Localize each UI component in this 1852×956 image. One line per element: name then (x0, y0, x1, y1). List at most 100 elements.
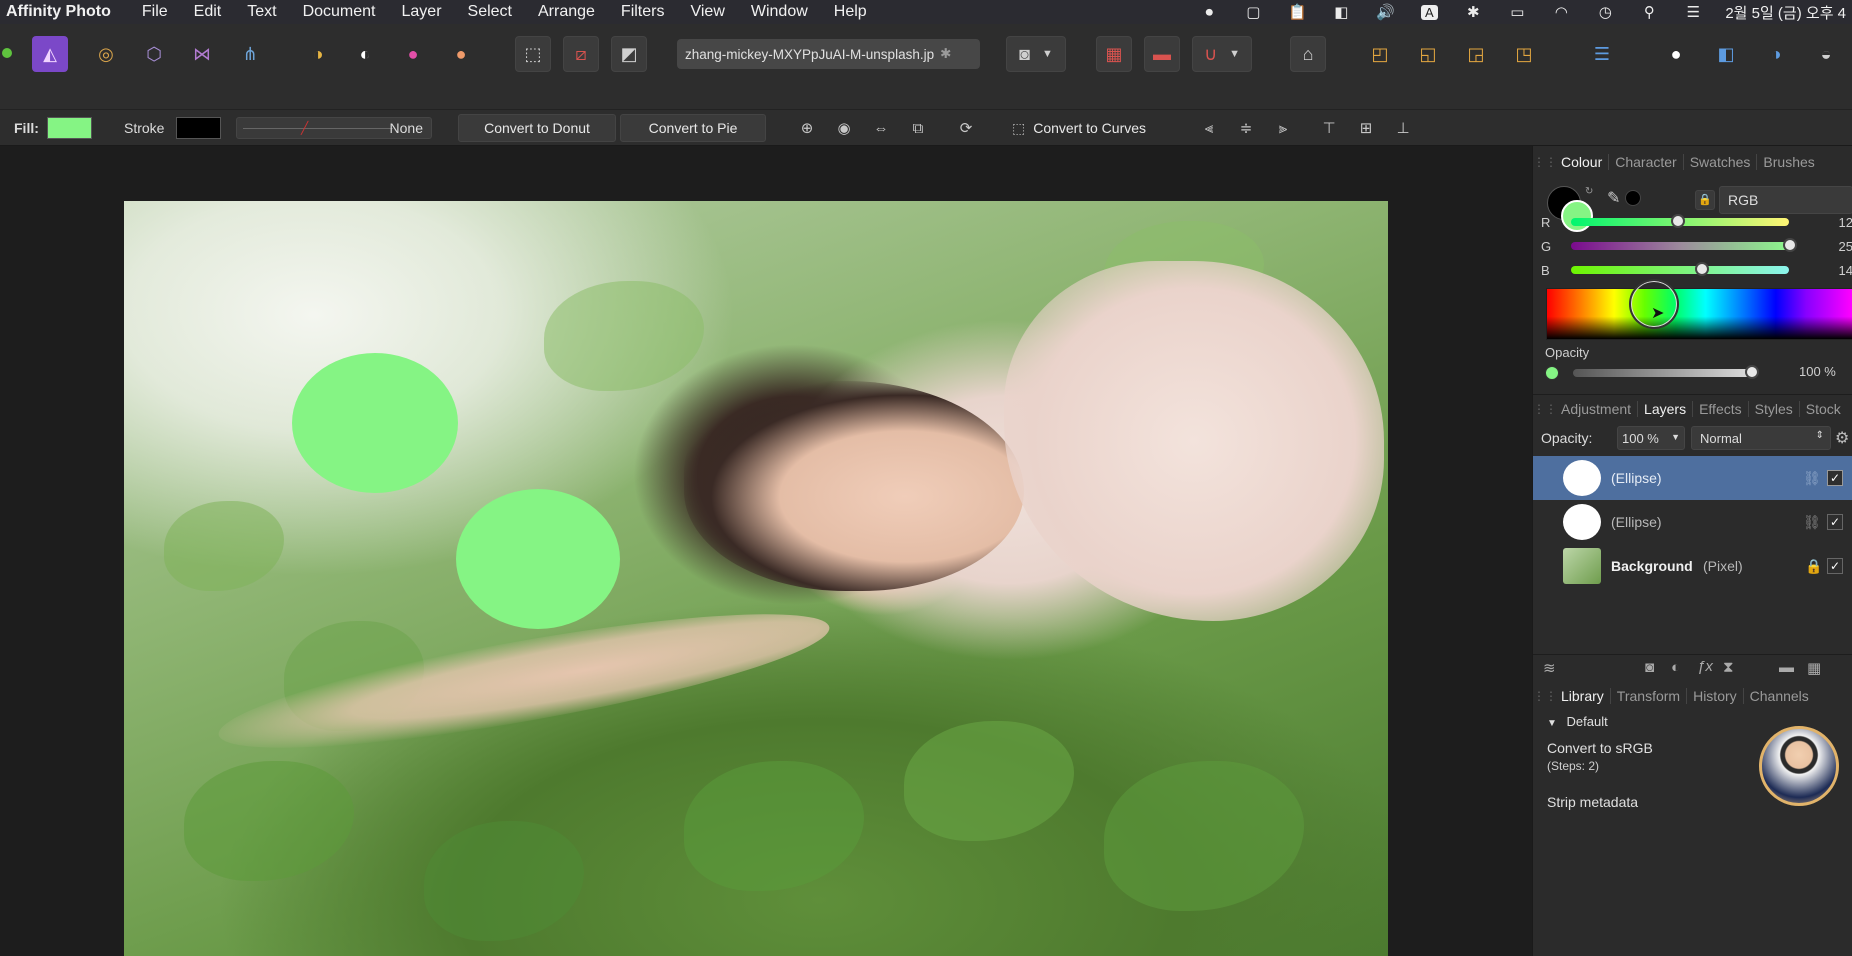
boolean-xor-icon[interactable]: ◒ (1808, 36, 1844, 72)
convert-to-donut-button[interactable]: Convert to Donut (458, 114, 616, 142)
menu-view[interactable]: View (677, 3, 737, 21)
panel-grip-icon[interactable]: ⋮⋮ (1533, 402, 1557, 416)
red-value[interactable]: 12 (1839, 215, 1852, 230)
record-icon[interactable]: ⏺ (1187, 4, 1231, 21)
menu-arrange[interactable]: Arrange (525, 3, 608, 21)
opacity-value[interactable]: 100 % (1799, 364, 1836, 379)
green-slider[interactable] (1571, 238, 1797, 252)
invert-selection-icon[interactable]: ◩ (611, 36, 647, 72)
battery-icon[interactable]: ▭ (1495, 3, 1539, 21)
arrange-backward-icon[interactable]: ◱ (1410, 36, 1446, 72)
ellipse-shape-1[interactable] (292, 353, 458, 493)
screen-icon[interactable]: ▢ (1231, 3, 1275, 21)
fill-swatch[interactable] (46, 117, 92, 139)
colour-model-select[interactable]: RGB (1719, 186, 1852, 214)
snapping-toggle-icon[interactable]: ▬ (1144, 36, 1180, 72)
boolean-add-icon[interactable]: ● (1658, 36, 1694, 72)
tab-styles[interactable]: Styles (1749, 400, 1800, 417)
tone-mapping-persona-icon[interactable]: ⋈ (184, 36, 220, 72)
library-group[interactable]: ▼ Default (1547, 714, 1608, 729)
layer-settings-gear-icon[interactable]: ⚙ (1835, 428, 1849, 448)
canvas-area[interactable] (0, 146, 1532, 956)
document-photo[interactable] (124, 201, 1388, 956)
tab-brushes[interactable]: Brushes (1757, 154, 1820, 170)
blue-slider-knob[interactable] (1695, 262, 1709, 276)
menu-edit[interactable]: Edit (181, 3, 235, 21)
time-machine-icon[interactable]: ◷ (1583, 3, 1627, 21)
tab-library[interactable]: Library (1555, 688, 1611, 704)
opacity-slider-knob[interactable] (1745, 365, 1759, 379)
convert-to-curves-button[interactable]: ⬚ Convert to Curves (996, 114, 1162, 142)
layout-icon[interactable]: ◧ (1319, 3, 1363, 21)
deselect-icon[interactable]: ⧄ (563, 36, 599, 72)
layer-visibility-checkbox[interactable]: ✓ (1827, 470, 1843, 486)
blue-value[interactable]: 14 (1839, 263, 1852, 278)
align-icon[interactable]: ☰ (1584, 36, 1620, 72)
opacity-slider[interactable] (1573, 365, 1759, 379)
menu-filters[interactable]: Filters (608, 3, 678, 21)
black-white-icon[interactable]: ◐ (347, 36, 383, 72)
link-icon[interactable]: ⛓ (1803, 470, 1821, 487)
menu-layer[interactable]: Layer (389, 3, 455, 21)
layers-stack-icon[interactable]: ≋ (1543, 659, 1556, 677)
control-center-icon[interactable]: ☰ (1671, 3, 1715, 21)
spotlight-icon[interactable]: ⚲ (1627, 3, 1671, 21)
develop-persona-icon[interactable]: ⬡ (136, 36, 172, 72)
tab-layers[interactable]: Layers (1638, 400, 1694, 417)
transform-origin-icon[interactable]: ⊕ (794, 116, 820, 140)
boolean-subtract-icon[interactable]: ◧ (1708, 36, 1744, 72)
panel-grip-icon[interactable]: ⋮⋮ (1533, 155, 1557, 169)
align-middle-icon[interactable]: ⊞ (1353, 116, 1379, 140)
menu-select[interactable]: Select (455, 3, 525, 21)
snapping-magnet-icon[interactable]: ∪ ▼ (1192, 36, 1252, 72)
export-persona-icon[interactable]: ⋔ (232, 36, 268, 72)
blend-mode-select[interactable]: Normal ⇕ (1691, 426, 1831, 450)
lock-icon[interactable]: 🔒 (1695, 190, 1715, 210)
lock-icon[interactable]: 🔒 (1805, 558, 1822, 575)
group-folder-icon[interactable]: ▬ (1779, 659, 1794, 676)
stroke-swatch[interactable] (176, 117, 222, 139)
menu-file[interactable]: File (129, 3, 181, 21)
link-icon[interactable]: ⛓ (1803, 514, 1821, 531)
align-center-icon[interactable]: ≑ (1233, 116, 1259, 140)
convert-to-pie-button[interactable]: Convert to Pie (620, 114, 766, 142)
live-filter-icon[interactable]: ⧗ (1723, 659, 1734, 676)
arrange-front-icon[interactable]: ◳ (1506, 36, 1542, 72)
hsl-icon[interactable]: ● (395, 36, 431, 72)
tab-channels[interactable]: Channels (1744, 688, 1815, 704)
tab-transform[interactable]: Transform (1611, 688, 1688, 704)
wifi-icon[interactable]: ◠ (1539, 3, 1583, 21)
arrange-forward-icon[interactable]: ◲ (1458, 36, 1494, 72)
fx-icon[interactable]: ƒx (1697, 658, 1713, 675)
align-right-icon[interactable]: ⫸ (1270, 116, 1296, 140)
quick-mask-icon[interactable]: ◙ ▼ (1006, 36, 1066, 72)
bluetooth-icon[interactable]: ✱ (1451, 3, 1495, 21)
arrange-back-icon[interactable]: ◰ (1362, 36, 1398, 72)
clipboard-icon[interactable]: 📋 (1275, 3, 1319, 21)
document-tab[interactable]: zhang-mickey-MXYPpJuAI-M-unsplash.jp ✱ (677, 39, 980, 69)
auto-levels-icon[interactable]: ● (443, 36, 479, 72)
layer-visibility-checkbox[interactable]: ✓ (1827, 558, 1843, 574)
ellipse-shape-2[interactable] (456, 489, 620, 629)
tab-swatches[interactable]: Swatches (1684, 154, 1758, 170)
tab-effects[interactable]: Effects (1693, 400, 1749, 417)
show-bounding-box-icon[interactable]: ◉ (831, 116, 857, 140)
align-top-icon[interactable]: ⊤ (1316, 116, 1342, 140)
blue-slider[interactable] (1571, 262, 1789, 276)
colour-wheel-icon[interactable]: ◑ (300, 36, 336, 72)
picked-colour-swatch[interactable] (1625, 190, 1641, 206)
adjustment-layer-icon[interactable]: ◐ (1671, 659, 1680, 676)
menu-document[interactable]: Document (290, 3, 389, 21)
tab-history[interactable]: History (1687, 688, 1744, 704)
tab-character[interactable]: Character (1609, 154, 1684, 170)
tab-stock[interactable]: Stock (1800, 401, 1847, 417)
liquify-persona-icon[interactable]: ◎ (88, 36, 124, 72)
red-slider-knob[interactable] (1671, 214, 1685, 228)
layer-row-ellipse-2[interactable]: (Ellipse) ⛓ ✓ (1533, 500, 1852, 544)
boolean-intersect-icon[interactable]: ◑ (1758, 36, 1794, 72)
swap-colours-icon[interactable]: ↻ (1585, 186, 1593, 197)
photo-persona-icon[interactable]: ◭ (32, 36, 68, 72)
menu-window[interactable]: Window (738, 3, 821, 21)
marquee-select-icon[interactable]: ⬚ (515, 36, 551, 72)
align-left-icon[interactable]: ⫷ (1196, 116, 1222, 140)
